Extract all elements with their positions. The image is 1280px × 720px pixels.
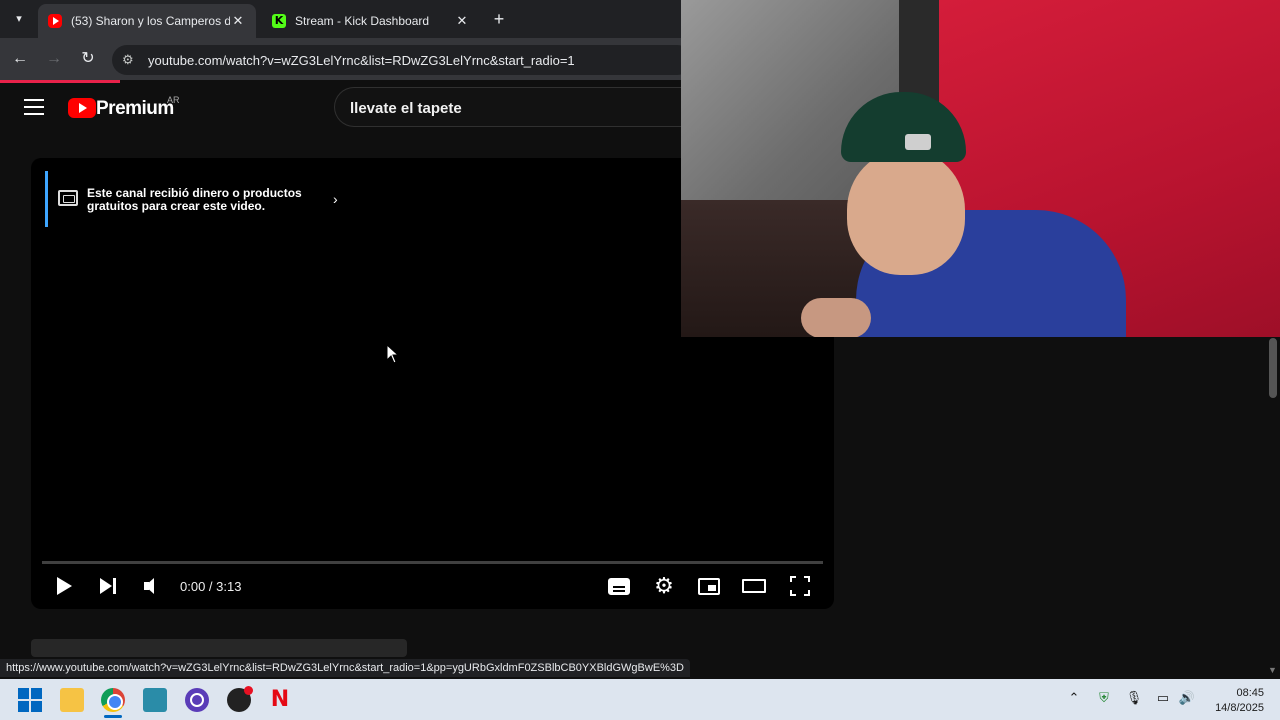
microphone-icon[interactable]: 🎙 — [1124, 690, 1144, 706]
settings-gear-icon[interactable]: ⚙ — [652, 574, 676, 598]
new-tab-button[interactable]: + — [488, 8, 510, 30]
volume-icon[interactable]: 🔊 — [1177, 690, 1197, 706]
app-icon[interactable] — [185, 688, 209, 712]
active-app-indicator — [104, 715, 122, 718]
mouse-cursor-icon — [386, 344, 400, 364]
search-input[interactable]: llevate el tapete — [334, 87, 694, 127]
hamburger-menu-icon[interactable] — [24, 99, 44, 115]
kick-icon: K — [272, 14, 286, 28]
forward-button[interactable]: → — [43, 48, 65, 70]
windows-start-icon[interactable] — [18, 688, 42, 712]
youtube-logo-icon[interactable] — [68, 98, 96, 118]
netflix-icon[interactable]: N — [268, 688, 292, 712]
reload-button[interactable]: ↻ — [77, 48, 99, 70]
tab-search-button[interactable]: ▾ — [8, 8, 30, 30]
page-loading-bar — [0, 80, 120, 83]
webcam-cap-logo — [905, 134, 931, 150]
youtube-logo-text[interactable]: Premium — [96, 98, 174, 120]
close-icon[interactable]: ✕ — [454, 13, 470, 29]
clock-time: 08:45 — [1236, 687, 1264, 699]
clock-date: 14/8/2025 — [1215, 702, 1264, 714]
chrome-icon[interactable] — [101, 688, 125, 712]
webcam-overlay — [681, 0, 1280, 337]
miniplayer-button[interactable] — [698, 578, 720, 595]
chevron-right-icon[interactable]: › — [333, 191, 338, 207]
webcam-person-face — [847, 150, 965, 275]
tab-title: (53) Sharon y los Camperos del — [71, 14, 230, 28]
chevron-up-icon[interactable]: ⌃ — [1064, 690, 1084, 706]
play-button[interactable] — [52, 574, 76, 598]
theater-mode-button[interactable] — [742, 579, 766, 593]
fullscreen-button[interactable] — [790, 576, 810, 596]
video-title-placeholder — [31, 639, 407, 657]
obs-icon[interactable] — [227, 686, 253, 712]
search-query: llevate el tapete — [350, 100, 462, 117]
paid-promotion-icon — [58, 190, 78, 206]
subtitles-button[interactable] — [608, 578, 630, 595]
scrollbar-thumb[interactable] — [1269, 338, 1277, 398]
webcam-person-hand — [801, 298, 871, 337]
country-code: AR — [167, 95, 180, 105]
security-shield-icon[interactable]: ⛨ — [1094, 690, 1114, 706]
app-icon[interactable] — [143, 688, 167, 712]
address-url: youtube.com/watch?v=wZG3LelYrnc&list=RDw… — [148, 52, 575, 68]
file-explorer-icon[interactable] — [60, 688, 84, 712]
youtube-icon — [48, 14, 62, 28]
tab-title: Stream - Kick Dashboard — [295, 14, 430, 28]
system-clock[interactable]: 08:45 14/8/2025 — [1204, 686, 1264, 716]
volume-button[interactable] — [141, 574, 165, 598]
network-icon[interactable]: ▭ — [1153, 690, 1173, 706]
site-info-icon[interactable]: ⚙ — [122, 52, 140, 68]
address-bar[interactable]: ⚙ youtube.com/watch?v=wZG3LelYrnc&list=R… — [112, 45, 692, 75]
time-display: 0:00 / 3:13 — [180, 579, 242, 594]
tab-kick-dashboard[interactable]: K Stream - Kick Dashboard ✕ — [262, 4, 480, 38]
tab-youtube[interactable]: (53) Sharon y los Camperos del ✕ — [38, 4, 256, 38]
progress-bar[interactable] — [42, 561, 823, 564]
close-icon[interactable]: ✕ — [230, 13, 246, 29]
back-button[interactable]: ← — [9, 48, 31, 70]
link-status-bar: https://www.youtube.com/watch?v=wZG3LelY… — [0, 659, 690, 677]
scroll-down-icon[interactable]: ▼ — [1268, 665, 1277, 675]
paid-promotion-text: Este canal recibió dinero o productos gr… — [87, 186, 302, 213]
next-button[interactable] — [96, 574, 120, 598]
